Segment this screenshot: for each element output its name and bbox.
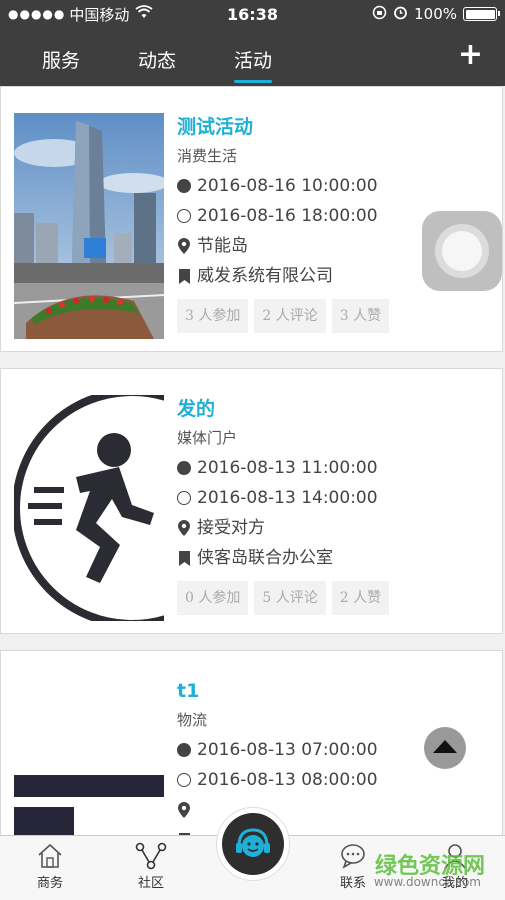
activity-category: 媒体门户 [177, 429, 238, 447]
start-time-icon [177, 743, 191, 757]
battery-icon [463, 7, 500, 21]
bookmark-icon [177, 550, 191, 566]
tab-services[interactable]: 服务 [42, 46, 80, 73]
participants-count[interactable]: 0 人参加 [177, 581, 249, 615]
end-time-row: 2016-08-13 14:00:00 [177, 483, 494, 513]
tab-contact-label: 联系 [339, 876, 366, 891]
add-button[interactable]: + [458, 40, 483, 70]
location-row: 接受对方 [177, 513, 494, 543]
status-bar: ●●●●● 中国移动 16:38 100% [0, 0, 505, 28]
tab-business[interactable]: 商务 [20, 842, 80, 891]
end-time: 2016-08-16 18:00:00 [197, 206, 378, 226]
alarm-icon [393, 5, 408, 24]
start-time: 2016-08-13 07:00:00 [197, 740, 378, 760]
tab-updates[interactable]: 动态 [138, 46, 176, 73]
tab-community[interactable]: 社区 [121, 842, 181, 891]
comments-count[interactable]: 2 人评论 [254, 299, 326, 333]
location-pin-icon [177, 520, 191, 536]
end-time-icon [177, 773, 191, 787]
watermark-url: www.downcc.com [373, 875, 481, 889]
activity-image [14, 113, 164, 339]
wifi-icon [135, 5, 153, 23]
start-time: 2016-08-13 11:00:00 [197, 458, 378, 478]
organizer-row: 侠客岛联合办公室 [177, 543, 494, 573]
activity-stats: 0 人参加 5 人评论 2 人赞 [177, 581, 494, 615]
start-time-row: 2016-08-16 10:00:00 [177, 171, 494, 201]
start-time-icon [177, 461, 191, 475]
activity-title[interactable]: 测试活动 [177, 113, 494, 141]
tab-business-label: 商务 [36, 876, 63, 891]
end-time-icon [177, 209, 191, 223]
tab-community-label: 社区 [137, 876, 164, 891]
customer-service-button[interactable] [216, 807, 290, 881]
battery-percent: 100% [414, 5, 457, 23]
start-time: 2016-08-16 10:00:00 [197, 176, 378, 196]
rotation-lock-icon [372, 5, 387, 24]
top-navbar: 服务 动态 活动 + [0, 28, 505, 86]
location: 接受对方 [197, 518, 265, 538]
activity-feed[interactable]: 测试活动 消费生活 2016-08-16 10:00:00 2016-08-16… [0, 86, 505, 835]
activity-image [14, 395, 164, 621]
signal-strength-icon: ●●●●● [8, 7, 66, 21]
customer-service-icon [236, 828, 270, 857]
organizer: 威发系统有限公司 [197, 266, 333, 286]
end-time-icon [177, 491, 191, 505]
location-pin-icon [177, 238, 191, 254]
tab-activities[interactable]: 活动 [234, 46, 273, 83]
participants-count[interactable]: 3 人参加 [177, 299, 249, 333]
likes-count[interactable]: 2 人赞 [331, 581, 390, 615]
scroll-to-top-button[interactable] [424, 727, 466, 769]
assistive-touch-button[interactable] [422, 211, 502, 291]
likes-count[interactable]: 3 人赞 [331, 299, 390, 333]
end-time: 2016-08-13 08:00:00 [197, 770, 378, 790]
bookmark-icon [177, 268, 191, 284]
end-time: 2016-08-13 14:00:00 [197, 488, 378, 508]
location-pin-icon [177, 802, 191, 818]
activity-category: 消费生活 [177, 147, 238, 165]
share-network-icon [135, 842, 167, 870]
activity-stats: 3 人参加 2 人评论 3 人赞 [177, 299, 494, 333]
organizer: 侠客岛联合办公室 [197, 548, 333, 568]
end-time-row: 2016-08-13 08:00:00 [177, 765, 494, 795]
activity-title[interactable]: 发的 [177, 395, 494, 423]
carrier-label: 中国移动 [69, 5, 130, 24]
activity-title[interactable]: t1 [177, 677, 494, 705]
start-time-row: 2016-08-13 11:00:00 [177, 453, 494, 483]
comments-count[interactable]: 5 人评论 [254, 581, 326, 615]
home-icon [38, 843, 62, 868]
activity-card[interactable]: 发的 媒体门户 2016-08-13 11:00:00 2016-08-13 1… [0, 368, 503, 634]
activity-image [14, 677, 164, 835]
start-time-icon [177, 179, 191, 193]
location: 节能岛 [197, 236, 248, 256]
chat-icon [341, 844, 365, 869]
